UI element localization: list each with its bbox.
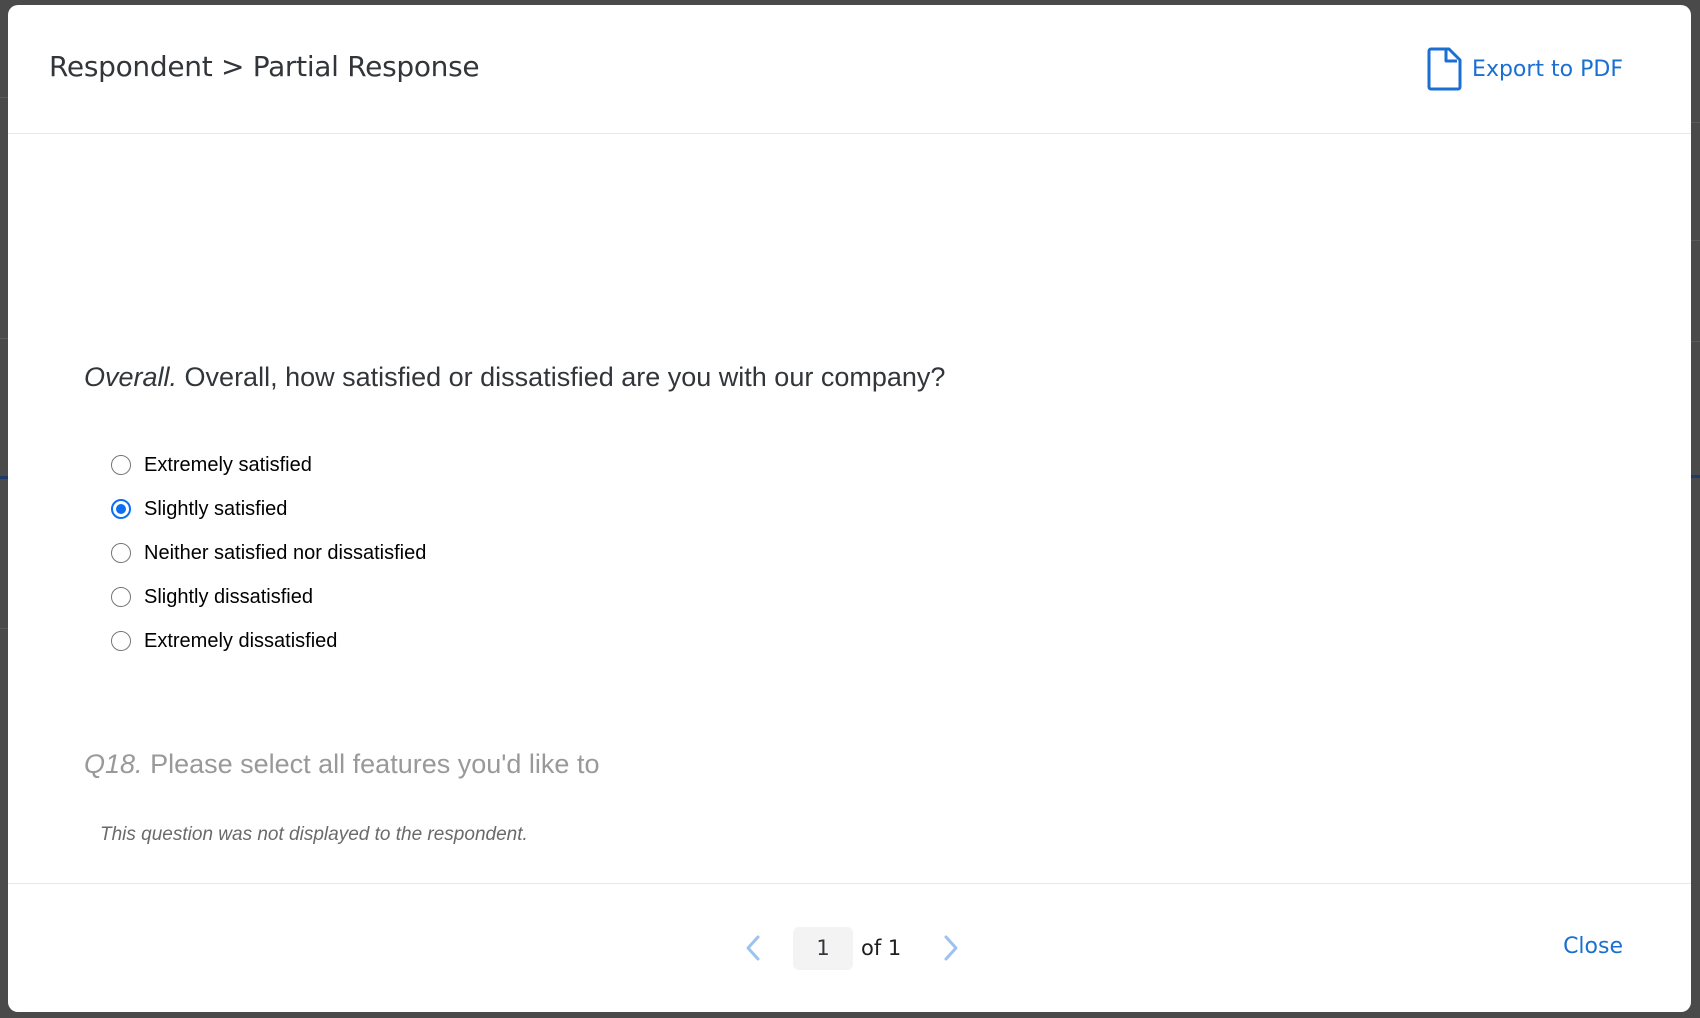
radio-button-selected[interactable] [111, 499, 131, 519]
background-divider [1691, 240, 1700, 241]
modal-footer: of 1 Close [8, 883, 1691, 1012]
choice-extremely-satisfied[interactable]: Extremely satisfied [111, 443, 426, 487]
radio-button[interactable] [111, 587, 131, 607]
chevron-left-icon[interactable] [743, 933, 763, 963]
background-divider [1691, 122, 1700, 123]
background-accent-line [0, 476, 8, 479]
background-divider [0, 628, 8, 629]
radio-button[interactable] [111, 543, 131, 563]
choice-label: Slightly dissatisfied [144, 585, 313, 608]
response-modal: Respondent > Partial Response Export to … [8, 5, 1691, 1012]
background-divider [1691, 341, 1700, 342]
background-accent-line [1691, 475, 1700, 478]
radio-button[interactable] [111, 455, 131, 475]
not-displayed-note: This question was not displayed to the r… [100, 824, 528, 845]
choice-neither[interactable]: Neither satisfied nor dissatisfied [111, 531, 426, 575]
choice-slightly-dissatisfied[interactable]: Slightly dissatisfied [111, 575, 426, 619]
chevron-right-icon[interactable] [941, 933, 961, 963]
question-id: Q18. [84, 749, 143, 779]
choice-extremely-dissatisfied[interactable]: Extremely dissatisfied [111, 619, 426, 663]
close-button[interactable]: Close [1563, 934, 1623, 959]
page-number-input[interactable] [793, 926, 853, 970]
question-text: Overall, how satisfied or dissatisfied a… [184, 362, 946, 392]
choice-label: Extremely satisfied [144, 453, 312, 476]
background-divider [0, 97, 8, 98]
page-count: of 1 [861, 936, 902, 960]
choice-label: Extremely dissatisfied [144, 629, 338, 652]
export-label: Export to PDF [1472, 56, 1623, 82]
modal-title: Respondent > Partial Response [49, 50, 480, 83]
choice-list: Extremely satisfied Slightly satisfied N… [111, 443, 426, 663]
background-divider [0, 338, 8, 339]
question-id: Overall. [84, 362, 178, 392]
document-icon [1427, 47, 1462, 91]
question-title: Overall. Overall, how satisfied or dissa… [84, 362, 945, 393]
pagination: of 1 [743, 926, 961, 970]
choice-label: Neither satisfied nor dissatisfied [144, 541, 427, 564]
modal-header: Respondent > Partial Response Export to … [8, 5, 1691, 134]
response-content[interactable]: Overall. Overall, how satisfied or dissa… [8, 134, 1691, 883]
choice-slightly-satisfied[interactable]: Slightly satisfied [111, 487, 426, 531]
question-title-q18: Q18. Please select all features you'd li… [84, 749, 599, 780]
radio-button[interactable] [111, 631, 131, 651]
choice-label: Slightly satisfied [144, 497, 288, 520]
export-to-pdf-button[interactable]: Export to PDF [1426, 45, 1623, 93]
question-text: Please select all features you'd like to [150, 749, 600, 779]
